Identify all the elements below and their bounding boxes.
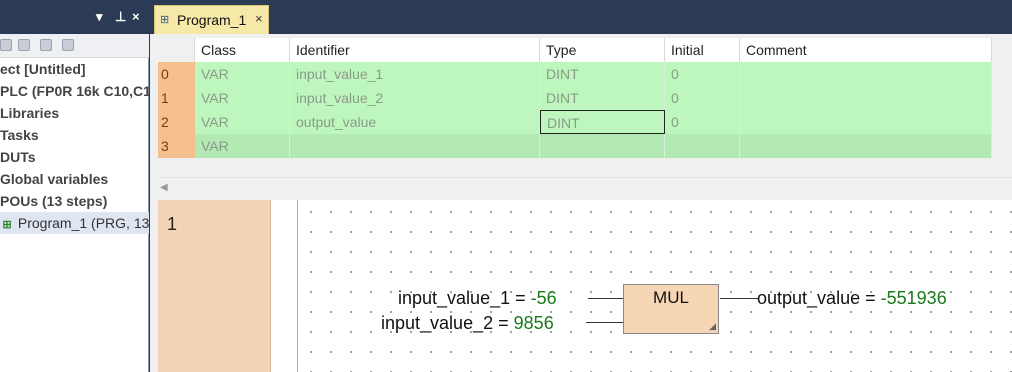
column-header-identifier[interactable]: Identifier: [290, 38, 540, 62]
cell-initial[interactable]: 0: [665, 86, 740, 110]
panel-dropdown-button[interactable]: ▾: [96, 9, 103, 25]
output-name: output_value: [757, 288, 861, 308]
editor-content: Class Identifier Type Initial Comment 0 …: [150, 34, 1012, 372]
rung-gutter: 1: [158, 200, 271, 372]
table-header-row: Class Identifier Type Initial Comment: [158, 38, 992, 62]
cell-class[interactable]: VAR: [195, 134, 290, 158]
cell-class[interactable]: VAR: [195, 62, 290, 86]
scroll-left-icon[interactable]: ◀: [160, 182, 168, 193]
column-header-type[interactable]: Type: [540, 38, 665, 62]
resize-grip-icon[interactable]: ◢: [709, 321, 716, 332]
input-2-label: input_value_2 = 9856: [381, 313, 554, 334]
cell-class[interactable]: VAR: [195, 110, 290, 134]
row-number[interactable]: 2: [158, 110, 195, 134]
project-tree: ect [Untitled] PLC (FP0R 16k C10,C1 Libr…: [0, 58, 149, 234]
program-icon: ⊞: [2, 219, 12, 231]
ladder-grid[interactable]: input_value_1 = -56 input_value_2 = 9856…: [299, 200, 1012, 372]
power-rail: [272, 200, 298, 372]
table-row[interactable]: 3 VAR: [158, 134, 992, 158]
project-panel: ▾ ⊥ × ect [Untitled] PLC (FP0R 16k C10,C…: [0, 0, 149, 372]
cell-comment[interactable]: [740, 110, 992, 134]
tree-item-program-1[interactable]: ⊞ Program_1 (PRG, 13: [0, 212, 149, 234]
cell-comment[interactable]: [740, 62, 992, 86]
output-label: output_value = -551936: [757, 288, 947, 309]
cell-initial[interactable]: 0: [665, 62, 740, 86]
column-header-comment[interactable]: Comment: [740, 38, 992, 62]
tree-item-plc[interactable]: PLC (FP0R 16k C10,C1: [0, 80, 149, 102]
mul-function-block[interactable]: MUL ◢: [623, 284, 719, 334]
cell-initial[interactable]: 0: [665, 110, 740, 134]
cell-type[interactable]: DINT: [540, 86, 665, 110]
cell-type[interactable]: DINT: [540, 62, 665, 86]
tree-item-duts[interactable]: DUTs: [0, 146, 149, 168]
row-number[interactable]: 3: [158, 134, 195, 158]
column-header-initial[interactable]: Initial: [665, 38, 740, 62]
cell-type-selected[interactable]: DINT: [540, 110, 665, 134]
horizontal-scrollbar[interactable]: ◀: [158, 177, 1012, 199]
pin-icon[interactable]: ⊥: [115, 9, 126, 25]
panel-close-button[interactable]: ×: [132, 9, 140, 24]
toolbar-stack-icon[interactable]: [62, 39, 74, 51]
table-row[interactable]: 0 VAR input_value_1 DINT 0: [158, 62, 992, 86]
row-number[interactable]: 1: [158, 86, 195, 110]
cell-initial[interactable]: [665, 134, 740, 158]
cell-identifier[interactable]: output_value: [290, 110, 540, 134]
tree-item-libraries[interactable]: Libraries: [0, 102, 149, 124]
header-corner: [158, 38, 195, 62]
panel-titlebar: ▾ ⊥ ×: [0, 0, 149, 34]
input-2-eq: =: [498, 313, 509, 333]
toolbar-paste-icon[interactable]: [40, 39, 52, 51]
tree-item-pous[interactable]: POUs (13 steps): [0, 190, 149, 212]
input-2-value: 9856: [513, 313, 554, 333]
input-1-wire: [588, 298, 623, 299]
row-number[interactable]: 0: [158, 62, 195, 86]
input-1-value: -56: [530, 288, 557, 308]
tab-close-button[interactable]: ×: [255, 11, 263, 26]
panel-toolbar: [0, 34, 149, 58]
output-eq: =: [865, 288, 876, 308]
tab-label: Program_1: [177, 12, 247, 28]
editor-tabbar: ⊞ Program_1 ×: [150, 0, 1012, 34]
table-row[interactable]: 2 VAR output_value DINT 0: [158, 110, 992, 134]
cell-comment[interactable]: [740, 134, 992, 158]
tree-item-tasks[interactable]: Tasks: [0, 124, 149, 146]
cell-class[interactable]: VAR: [195, 86, 290, 110]
cell-comment[interactable]: [740, 86, 992, 110]
input-2-wire: [586, 322, 623, 323]
toolbar-copy-icon[interactable]: [18, 39, 30, 51]
tree-item-program-1-label: Program_1 (PRG, 13: [17, 215, 149, 231]
cell-identifier[interactable]: [290, 134, 540, 158]
toolbar-tool-icon[interactable]: [0, 39, 12, 51]
tree-item-global-variables[interactable]: Global variables: [0, 168, 149, 190]
input-1-label: input_value_1 = -56: [398, 288, 557, 309]
input-1-name: input_value_1: [398, 288, 511, 308]
ladder-editor[interactable]: 1 input_value_1 = -56 input_value_2 = 98…: [158, 200, 1012, 372]
output-wire: [720, 298, 758, 299]
ladder-program-icon: ⊞: [160, 14, 170, 26]
cell-type[interactable]: [540, 134, 665, 158]
rung-number: 1: [167, 214, 178, 234]
input-2-name: input_value_2: [381, 313, 494, 333]
function-block-name: MUL: [653, 288, 689, 307]
cell-identifier[interactable]: input_value_1: [290, 62, 540, 86]
cell-identifier[interactable]: input_value_2: [290, 86, 540, 110]
app-window: ▾ ⊥ × ect [Untitled] PLC (FP0R 16k C10,C…: [0, 0, 1012, 372]
table-row[interactable]: 1 VAR input_value_2 DINT 0: [158, 86, 992, 110]
tree-item-project[interactable]: ect [Untitled]: [0, 58, 149, 80]
input-1-eq: =: [515, 288, 526, 308]
output-value: -551936: [880, 288, 947, 308]
column-header-class[interactable]: Class: [195, 38, 290, 62]
tab-program-1[interactable]: ⊞ Program_1 ×: [154, 5, 269, 34]
variable-table: Class Identifier Type Initial Comment 0 …: [158, 38, 992, 158]
